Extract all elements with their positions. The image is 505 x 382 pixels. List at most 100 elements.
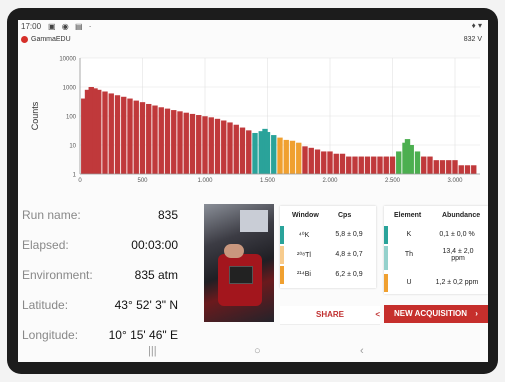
element-table: Element Abundance K 0,1 ± 0,0 % Th 13,4 …	[384, 206, 488, 294]
spectrum-bar	[139, 102, 146, 174]
environment-value: 835 atm	[134, 268, 178, 282]
element-row-th: Th 13,4 ± 2,0 ppm	[384, 246, 488, 270]
x-tick-label: 3.000	[447, 178, 463, 184]
window-cell: ²¹⁴Bi	[297, 271, 311, 278]
share-label: SHARE	[315, 310, 344, 319]
spectrum-bar	[427, 156, 433, 174]
latitude-value: 43° 52' 3" N	[114, 298, 178, 312]
spectrum-bar	[246, 130, 252, 174]
new-acquisition-label: NEW ACQUISITION	[394, 309, 468, 318]
spectrum-bar	[433, 160, 439, 174]
y-tick-label: 100	[66, 115, 77, 121]
x-tick-label: 2.000	[322, 178, 338, 184]
spectrum-bar	[227, 122, 233, 174]
abundance-cell: 0,1 ± 0,0 %	[439, 231, 475, 238]
spectrum-bar	[389, 156, 396, 174]
spectrum-chart[interactable]: 10000 1000 100 10 10 500 1.000 1.500 2.000 2.500 3…	[18, 48, 488, 198]
spectrum-bar	[364, 156, 371, 174]
app-name: GammaEDU	[31, 36, 71, 43]
window-row-bi: ²¹⁴Bi 6,2 ± 0,9	[280, 266, 376, 284]
spectrum-bar	[127, 98, 133, 174]
new-acquisition-arrow-icon: ›	[475, 309, 478, 318]
run-name-label: Run name:	[22, 208, 81, 222]
spectrum-bar	[283, 139, 289, 174]
y-axis-label: Counts	[30, 101, 40, 130]
window-cell: ⁴⁰K	[298, 232, 310, 239]
spectrum-bar	[214, 118, 221, 174]
spectrum-bar	[171, 110, 177, 174]
spectrum-bar	[233, 124, 239, 174]
spectrum-bar	[446, 160, 452, 174]
spectrum-bar	[464, 165, 471, 174]
spectrum-bar	[289, 140, 296, 174]
spectrum-bar	[146, 103, 152, 174]
window-row-tl: ²⁰⁸Tl 4,8 ± 0,7	[280, 246, 376, 264]
x-tick-label: 1.000	[197, 178, 213, 184]
recents-icon[interactable]: |||	[148, 345, 157, 357]
bi-stripe	[280, 266, 284, 284]
spectrum-bar	[102, 91, 108, 174]
site-photo[interactable]	[204, 204, 274, 322]
latitude-row: Latitude: 43° 52' 3" N	[22, 290, 182, 320]
x-tick-label: 0	[78, 178, 82, 184]
longitude-value: 10° 15' 46" E	[108, 328, 178, 342]
status-bar: 17:00 ▣ ◉ ▤ · ♦ ▾	[18, 20, 488, 34]
spectrum-bar	[239, 127, 246, 174]
tl-stripe	[280, 246, 284, 264]
x-tick-label: 1.500	[260, 178, 276, 184]
spectrum-bar	[277, 137, 283, 174]
cps-cell: 4,8 ± 0,7	[335, 251, 363, 258]
window-row-k: ⁴⁰K 5,8 ± 0,9	[280, 226, 376, 244]
battery-voltage: 832 V	[463, 36, 482, 43]
spectrum-bar	[314, 149, 321, 174]
element-cell: Th	[404, 251, 414, 258]
spectrum-bar	[414, 151, 421, 174]
spectrum-bar	[339, 153, 346, 174]
element-cell: K	[406, 231, 412, 238]
status-time: 17:00	[21, 22, 42, 31]
x-tick-label: 500	[137, 178, 148, 184]
abundance-cell: 13,4 ± 2,0 ppm	[442, 248, 474, 262]
spectrum-bar	[196, 115, 202, 174]
spectrum-bar	[346, 156, 352, 174]
spectrum-bar	[396, 151, 402, 174]
spectrum-bar	[202, 116, 208, 174]
spectrum-bar	[439, 160, 446, 174]
spectrum-bar	[264, 132, 271, 174]
spectrum-bar	[152, 105, 158, 174]
spectrum-bar	[452, 160, 458, 174]
spectrum-bar	[296, 142, 302, 174]
environment-row: Environment: 835 atm	[22, 260, 182, 290]
th-stripe	[384, 246, 388, 270]
photo-hand	[224, 244, 244, 258]
elapsed-value: 00:03:00	[131, 238, 178, 252]
spectrum-bar	[421, 156, 427, 174]
cps-cell: 6,2 ± 0,9	[335, 271, 363, 278]
spectrum-bar	[158, 107, 164, 174]
spectrum-bar	[96, 89, 102, 174]
spectrum-bar	[133, 100, 139, 174]
abundance-header: Abundance	[442, 212, 481, 219]
spectrum-bar	[327, 151, 333, 174]
notification-icons: ▣ ◉ ▤ ·	[48, 22, 94, 31]
element-row-k: K 0,1 ± 0,0 %	[384, 226, 488, 244]
spectrum-bar	[458, 165, 464, 174]
spectrum-bar	[183, 112, 189, 174]
elapsed-label: Elapsed:	[22, 238, 69, 252]
back-icon[interactable]: ‹	[360, 345, 364, 357]
new-acquisition-button[interactable]: NEW ACQUISITION ›	[384, 305, 488, 323]
window-header: Window	[292, 212, 319, 219]
home-icon[interactable]: ○	[254, 345, 261, 357]
share-button[interactable]: SHARE <	[280, 306, 380, 325]
spectrum-bar	[471, 165, 477, 174]
signal-icon: ♦ ▾	[471, 21, 482, 30]
element-header: Element	[394, 212, 422, 219]
spectrum-bar	[377, 156, 383, 174]
u-stripe	[384, 274, 388, 292]
spectrum-bar	[177, 111, 183, 174]
elapsed-row: Elapsed: 00:03:00	[22, 230, 182, 260]
window-table: Window Cps ⁴⁰K 5,8 ± 0,9 ²⁰⁸Tl 4,8 ± 0,7…	[280, 206, 376, 288]
spectrum-bar	[221, 120, 227, 174]
element-row-u: U 1,2 ± 0,2 ppm	[384, 274, 488, 292]
app-logo-icon	[21, 36, 28, 43]
